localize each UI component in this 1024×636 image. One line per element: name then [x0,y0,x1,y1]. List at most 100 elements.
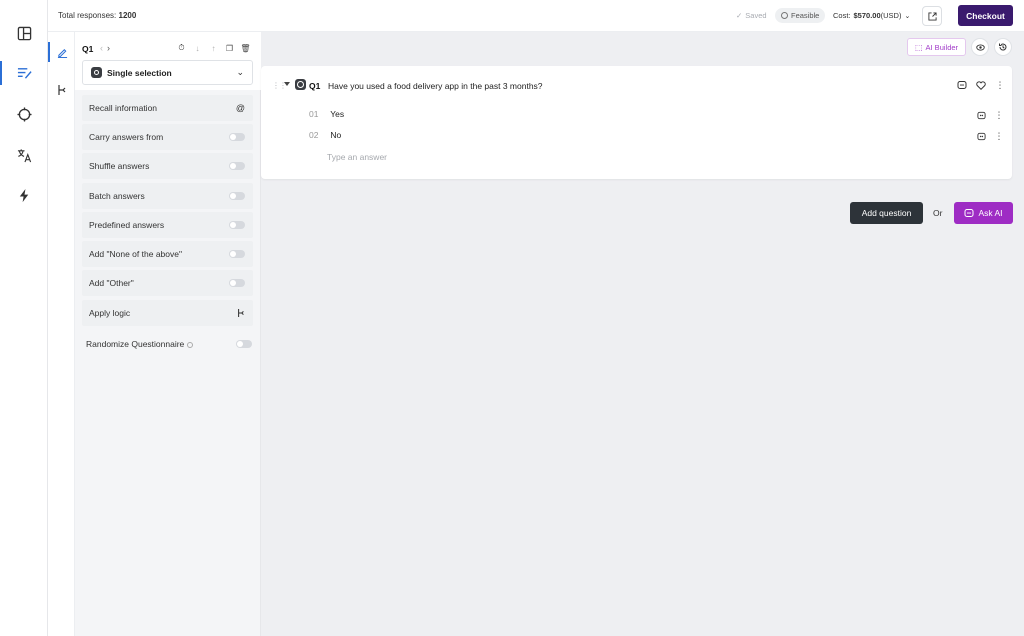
more-vertical-icon[interactable]: ⋮ [994,131,1004,141]
history-button[interactable] [994,38,1012,56]
check-icon: ✓ [736,11,743,20]
translate-icon[interactable] [12,143,36,167]
question-type-select[interactable]: Single selection ⌄ [82,60,253,85]
checkout-button[interactable]: Checkout [958,5,1013,26]
shuffle-answers-toggle[interactable] [229,162,245,170]
preview-button[interactable] [971,38,989,56]
add-other-toggle[interactable] [229,279,245,287]
logic-branch-icon[interactable] [54,82,70,98]
option-predefined-answers[interactable]: Predefined answers [82,212,253,238]
heart-icon[interactable] [975,79,987,91]
or-label: Or [933,208,943,218]
saved-label: Saved [745,11,767,20]
ai-sparkle-icon[interactable] [956,79,968,91]
edit-pencil-icon[interactable] [54,44,70,60]
randomize-label: Randomize Questionnaire [86,339,236,349]
ai-sparkle-icon: ⬚ [914,42,923,52]
target-icon[interactable] [12,102,36,126]
external-link-button[interactable] [922,6,942,26]
single-selection-icon [91,67,102,78]
panel-header: Q1 ‹ › ⏱ ↓ ↑ ❐ 🗑 Single selection ⌄ [75,32,261,90]
randomize-questionnaire-row: Randomize Questionnaire [86,339,252,349]
questionnaire-edit-icon[interactable] [12,61,36,85]
none-of-the-above-toggle[interactable] [229,250,245,258]
option-shuffle-answers[interactable]: Shuffle answers [82,153,253,179]
cost-label: Cost: [833,11,851,20]
question-settings-panel: Q1 ‹ › ⏱ ↓ ↑ ❐ 🗑 Single selection ⌄ Reca… [75,32,261,636]
left-rail [0,0,48,636]
ai-builder-button[interactable]: ⬚ AI Builder [907,38,966,56]
option-apply-logic[interactable]: Apply logic [82,300,253,326]
move-down-icon[interactable]: ↓ [193,43,202,53]
chevron-right-icon[interactable]: › [107,43,110,53]
option-label: Add "Other" [89,278,134,288]
answer-row[interactable]: 02 No [309,130,341,140]
collapse-caret-icon[interactable] [284,82,290,86]
panel-question-label: Q1 [82,44,94,54]
ai-builder-label: AI Builder [925,42,959,52]
option-label: Carry answers from [89,132,164,142]
ask-ai-label: Ask AI [978,208,1003,218]
answer-text[interactable]: No [330,130,341,140]
predefined-answers-toggle[interactable] [229,221,245,229]
top-bar: Total responses: 1200 ✓ Saved Feasible C… [48,0,1024,32]
logic-branch-icon[interactable] [237,308,245,318]
trash-icon[interactable]: 🗑 [240,43,250,53]
add-question-button[interactable]: Add question [850,202,923,224]
total-responses-value: 1200 [118,11,137,20]
question-text[interactable]: Have you used a food delivery app in the… [328,81,543,91]
question-number: Q1 [309,81,321,91]
layout-icon[interactable] [12,21,36,45]
single-selection-icon [295,79,306,90]
question-type-label: Single selection [107,67,172,78]
chevron-left-icon[interactable]: ‹ [100,43,103,53]
ai-sparkle-icon [964,209,974,217]
option-batch-answers[interactable]: Batch answers [82,183,253,209]
answer-row[interactable]: 01 Yes [309,109,344,119]
lightning-icon[interactable] [12,183,36,207]
answer-text[interactable]: Yes [330,109,344,119]
option-recall-information[interactable]: Recall information @ [82,95,253,121]
cost-currency: (USD) [880,11,902,20]
question-card[interactable]: ⋮ ⋮ Q1 Have you used a food delivery app … [261,66,1012,179]
option-label: Predefined answers [89,220,165,230]
sub-rail [48,32,75,636]
option-label: Add "None of the above" [89,249,182,259]
option-add-other[interactable]: Add "Other" [82,270,253,296]
carry-answers-toggle[interactable] [229,133,245,141]
chevron-down-icon: ⌄ [236,67,244,77]
total-responses-label: Total responses: [58,11,117,20]
saved-status: ✓ Saved [736,11,767,20]
rail-active-indicator [0,61,2,85]
ai-sparkle-icon[interactable] [976,110,986,120]
option-none-of-the-above[interactable]: Add "None of the above" [82,241,253,267]
ai-sparkle-icon[interactable] [976,131,986,141]
cost-value: $570.00 [853,11,881,20]
more-vertical-icon[interactable]: ⋮ [994,110,1004,120]
subrail-active-indicator [48,42,50,62]
ask-ai-button[interactable]: Ask AI [954,202,1013,224]
copy-icon[interactable]: ❐ [225,43,234,53]
new-answer-input[interactable]: Type an answer [327,152,387,162]
external-link-icon [927,11,937,21]
history-icon [999,43,1007,51]
answer-number: 01 [309,109,319,119]
batch-answers-toggle[interactable] [229,192,245,200]
more-vertical-icon[interactable]: ⋮ [994,79,1006,91]
option-label: Recall information [89,103,158,113]
question-nav: ‹ › [100,43,110,53]
cost-dropdown[interactable]: Cost: $570.00(USD) ⌄ [833,11,910,20]
option-carry-answers[interactable]: Carry answers from [82,124,253,150]
info-circle-icon [781,12,788,19]
at-icon[interactable]: @ [236,103,245,113]
info-icon[interactable] [187,341,194,348]
feasible-badge: Feasible [775,8,826,23]
move-up-icon[interactable]: ↑ [209,43,218,53]
total-responses: Total responses: 1200 [58,11,136,20]
feasible-label: Feasible [791,11,820,20]
option-label: Apply logic [89,308,131,318]
timer-icon[interactable]: ⏱ [177,43,186,53]
option-label: Batch answers [89,191,145,201]
randomize-text: Randomize Questionnaire [86,339,185,349]
randomize-toggle[interactable] [236,340,252,348]
